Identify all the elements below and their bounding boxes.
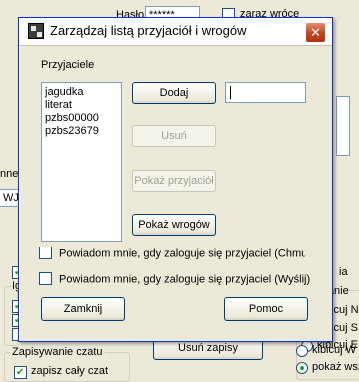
app-icon (28, 23, 44, 39)
notify-send-checkbox[interactable] (39, 272, 52, 285)
list-item[interactable]: jagudka (45, 86, 121, 99)
list-item[interactable]: literat (45, 99, 121, 112)
list-item[interactable]: pzbs23679 (45, 125, 121, 138)
notify-chime-row: Powiadom mnie, gdy zaloguje się przyjaci… (39, 247, 305, 260)
name-input[interactable] (225, 82, 306, 103)
bg-partial-input[interactable]: WJ, (0, 189, 22, 207)
remove-button[interactable]: Usuń (132, 125, 216, 147)
list-item[interactable]: pzbs00000 (45, 112, 121, 125)
show-friends-button[interactable]: Pokaż przyjaciół (132, 170, 216, 192)
add-button[interactable]: Dodaj (132, 82, 216, 104)
manage-friends-dialog: Zarządzaj listą przyjaciół i wrogów ✕ Pr… (18, 17, 333, 342)
friends-list[interactable]: jagudka literat pzbs00000 pzbs23679 (41, 82, 122, 242)
notify-chime-checkbox[interactable] (39, 247, 52, 259)
chat-save-all-label: zapisz cały czat (31, 365, 109, 377)
bg-side-label-a: ia (339, 266, 348, 278)
bg-right-scroll-edge (336, 96, 350, 156)
friends-label: Przyjaciele (41, 59, 95, 71)
bg-radio-show[interactable] (296, 362, 308, 374)
chat-save-group-label: Zapisywanie czatu (10, 346, 105, 358)
bg-radio-w-label: kibicuj W (312, 344, 357, 356)
notify-chime-label: Powiadom mnie, gdy zaloguje się przyjaci… (59, 247, 305, 260)
bg-radio-w[interactable] (296, 345, 308, 357)
notify-send-label: Powiadom mnie, gdy zaloguje się przyjaci… (59, 273, 311, 286)
notify-send-row: Powiadom mnie, gdy zaloguje się przyjaci… (39, 272, 311, 286)
dialog-titlebar[interactable]: Zarządzaj listą przyjaciół i wrogów ✕ (19, 18, 332, 46)
bg-radio-show-label: pokaż wsz (312, 361, 359, 373)
help-button[interactable]: Pomoc (224, 297, 308, 321)
close-icon[interactable]: ✕ (305, 22, 326, 43)
close-button[interactable]: Zamknij (41, 297, 125, 321)
show-enemies-button[interactable]: Pokaż wrogów (132, 214, 216, 236)
dialog-title: Zarządzaj listą przyjaciół i wrogów (50, 23, 247, 38)
